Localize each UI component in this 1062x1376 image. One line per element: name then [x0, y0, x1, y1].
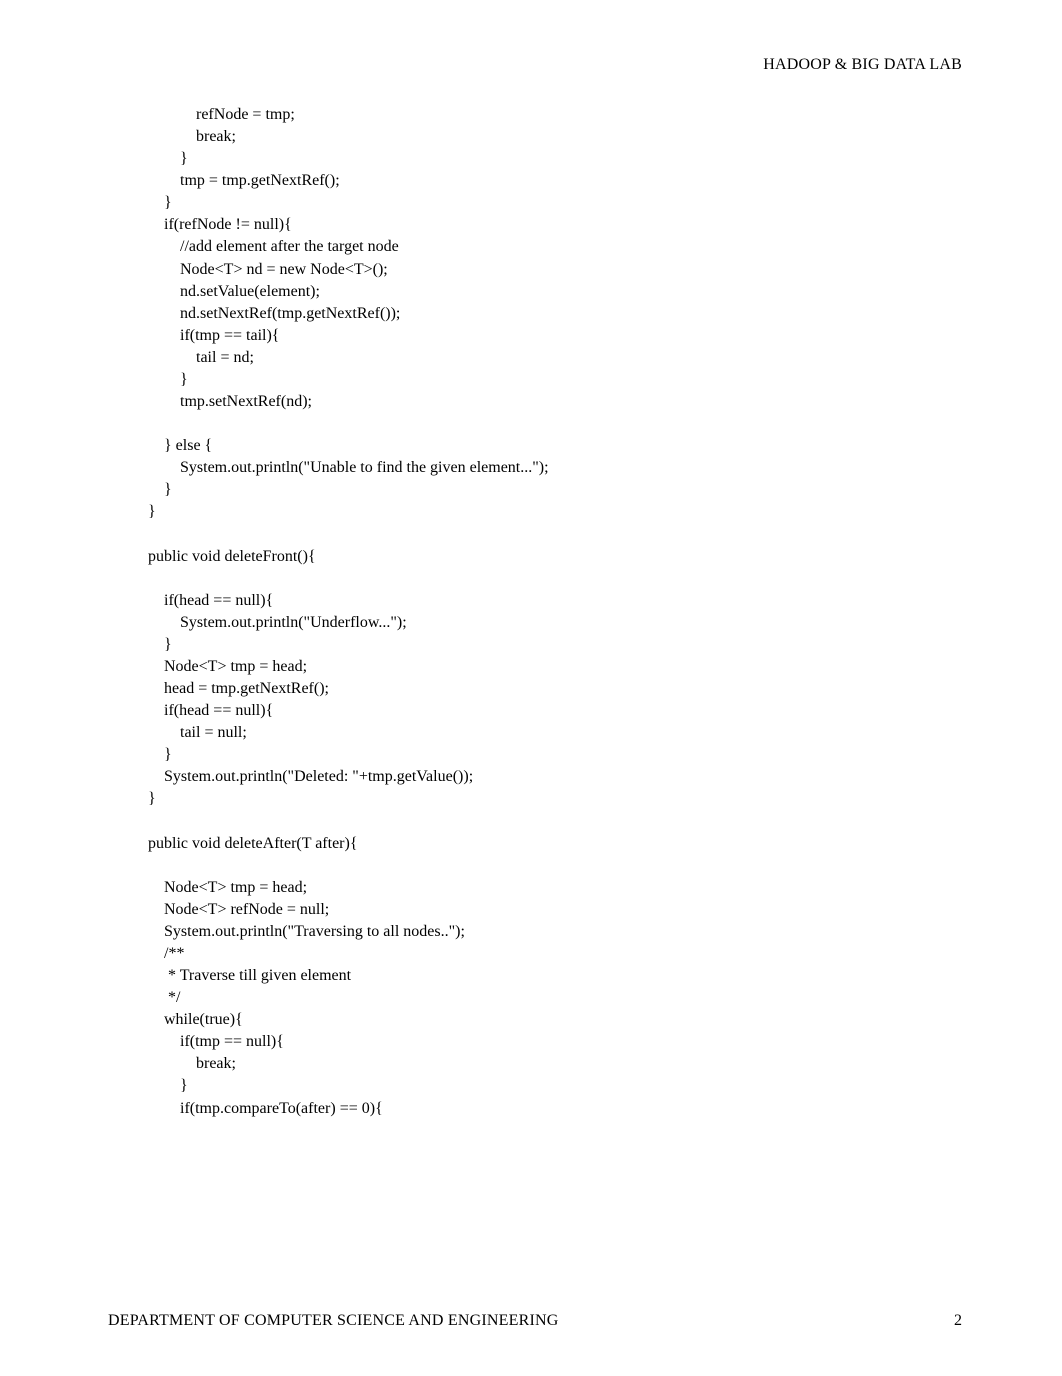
page-header: HADOOP & BIG DATA LAB — [108, 56, 962, 74]
page-number: 2 — [954, 1312, 962, 1330]
footer-department: DEPARTMENT OF COMPUTER SCIENCE AND ENGIN… — [108, 1312, 559, 1330]
page-footer: DEPARTMENT OF COMPUTER SCIENCE AND ENGIN… — [108, 1312, 962, 1330]
code-block: refNode = tmp; break; } tmp = tmp.getNex… — [148, 104, 962, 1120]
